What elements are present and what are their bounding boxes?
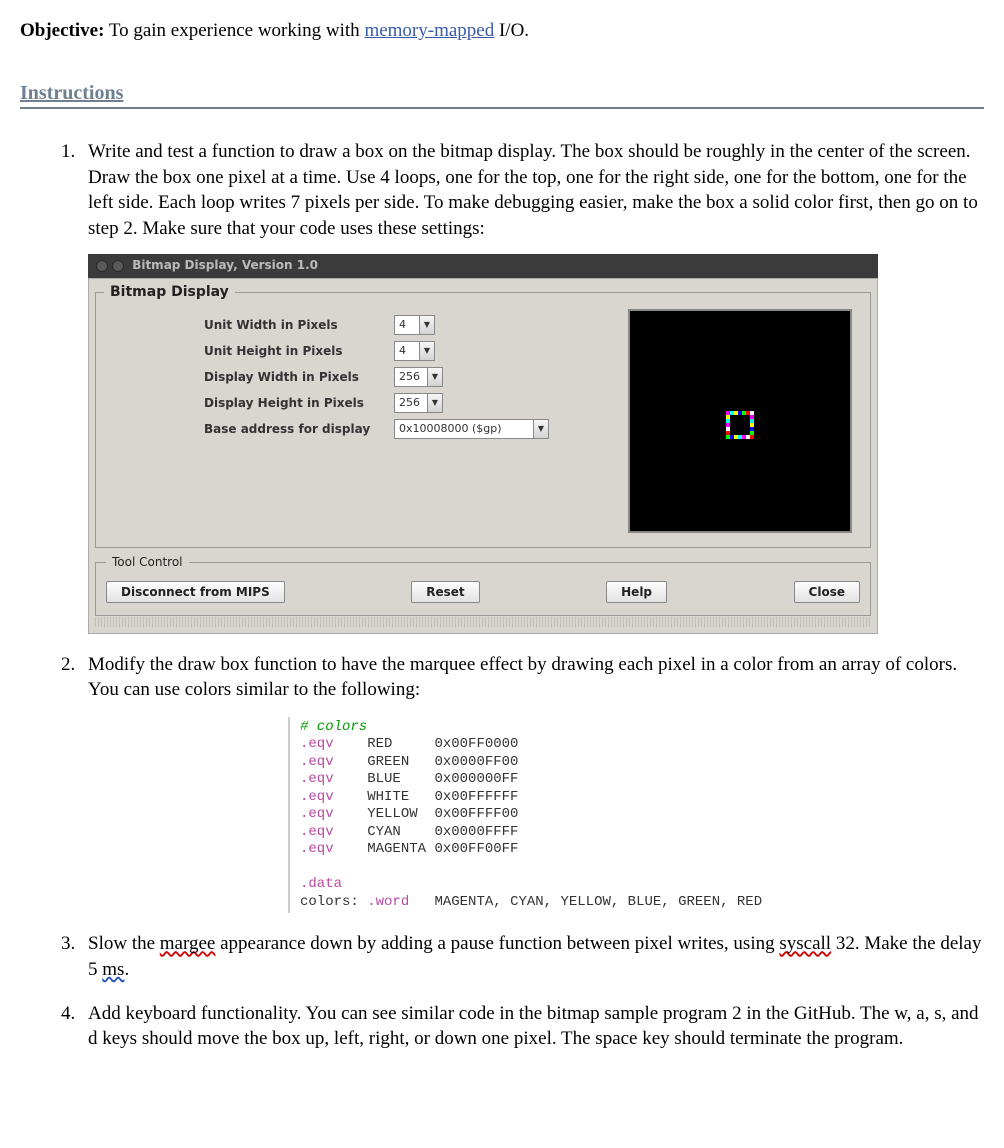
- row-display-height: Display Height in Pixels 256 ▼: [204, 393, 616, 413]
- chevron-down-icon: ▼: [419, 342, 434, 360]
- row-display-width: Display Width in Pixels 256 ▼: [204, 367, 616, 387]
- disconnect-button[interactable]: Disconnect from MIPS: [106, 581, 285, 603]
- row-unit-width: Unit Width in Pixels 4 ▼: [204, 315, 616, 335]
- settings-panel: Unit Width in Pixels 4 ▼ Unit Height in …: [104, 309, 616, 445]
- step-3a: Slow the: [88, 933, 160, 954]
- label-base-address: Base address for display: [204, 421, 394, 437]
- window-bottom-decoration: [95, 617, 871, 627]
- bitmap-display-fieldset: Bitmap Display Unit Width in Pixels 4 ▼: [95, 283, 871, 549]
- objective-label: Objective:: [20, 20, 104, 41]
- step-1: Write and test a function to draw a box …: [80, 139, 984, 634]
- objective-text-post: I/O.: [494, 20, 529, 41]
- select-unit-height[interactable]: 4 ▼: [394, 341, 435, 361]
- step-4-text: Add keyboard functionality. You can see …: [88, 1003, 979, 1050]
- memory-mapped-link[interactable]: memory-mapped: [364, 20, 494, 41]
- label-display-width: Display Width in Pixels: [204, 369, 394, 385]
- step-3: Slow the margee appearance down by addin…: [80, 931, 984, 982]
- select-display-height[interactable]: 256 ▼: [394, 393, 443, 413]
- marquee-box-preview: [726, 411, 754, 439]
- step-4: Add keyboard functionality. You can see …: [80, 1001, 984, 1052]
- select-value: 256: [395, 370, 427, 385]
- window-titlebar: Bitmap Display, Version 1.0: [88, 254, 878, 278]
- code-block: # colors .eqv RED 0x00FF0000 .eqv GREEN …: [288, 717, 984, 914]
- row-base-address: Base address for display 0x10008000 ($gp…: [204, 419, 616, 439]
- select-value: 256: [395, 396, 427, 411]
- grammar-ms: ms: [102, 959, 124, 980]
- help-button[interactable]: Help: [606, 581, 667, 603]
- chevron-down-icon: ▼: [533, 420, 548, 438]
- bitmap-canvas: [628, 309, 852, 533]
- select-value: 0x10008000 ($gp): [395, 422, 533, 437]
- step-2: Modify the draw box function to have the…: [80, 652, 984, 914]
- chevron-down-icon: ▼: [427, 368, 442, 386]
- select-unit-width[interactable]: 4 ▼: [394, 315, 435, 335]
- bitmap-display-window: Bitmap Display, Version 1.0 Bitmap Displ…: [88, 254, 878, 634]
- step-3d: .: [124, 959, 129, 980]
- misspelling-syscall: syscall: [779, 933, 831, 954]
- step-3b: appearance down by adding a pause functi…: [215, 933, 779, 954]
- label-unit-width: Unit Width in Pixels: [204, 317, 394, 333]
- reset-button[interactable]: Reset: [411, 581, 479, 603]
- tool-control-fieldset: Tool Control Disconnect from MIPS Reset …: [95, 554, 871, 615]
- select-value: 4: [395, 318, 419, 333]
- objective-text-pre: To gain experience working with: [104, 20, 364, 41]
- select-display-width[interactable]: 256 ▼: [394, 367, 443, 387]
- tool-control-legend: Tool Control: [106, 554, 189, 570]
- row-unit-height: Unit Height in Pixels 4 ▼: [204, 341, 616, 361]
- objective-line: Objective: To gain experience working wi…: [20, 20, 984, 42]
- chevron-down-icon: ▼: [419, 316, 434, 334]
- window-dot-icon: [112, 260, 124, 272]
- select-value: 4: [395, 344, 419, 359]
- window-title: Bitmap Display, Version 1.0: [132, 257, 318, 273]
- close-button[interactable]: Close: [794, 581, 860, 603]
- instructions-heading: Instructions: [20, 82, 984, 109]
- window-body: Bitmap Display Unit Width in Pixels 4 ▼: [88, 278, 878, 634]
- bitmap-display-legend: Bitmap Display: [104, 283, 235, 302]
- select-base-address[interactable]: 0x10008000 ($gp) ▼: [394, 419, 549, 439]
- label-unit-height: Unit Height in Pixels: [204, 343, 394, 359]
- step-1-text: Write and test a function to draw a box …: [88, 141, 978, 239]
- step-2-text: Modify the draw box function to have the…: [88, 654, 957, 701]
- label-display-height: Display Height in Pixels: [204, 395, 394, 411]
- chevron-down-icon: ▼: [427, 394, 442, 412]
- misspelling-margee: margee: [160, 933, 216, 954]
- instructions-list: Write and test a function to draw a box …: [20, 139, 984, 1052]
- window-dot-icon: [96, 260, 108, 272]
